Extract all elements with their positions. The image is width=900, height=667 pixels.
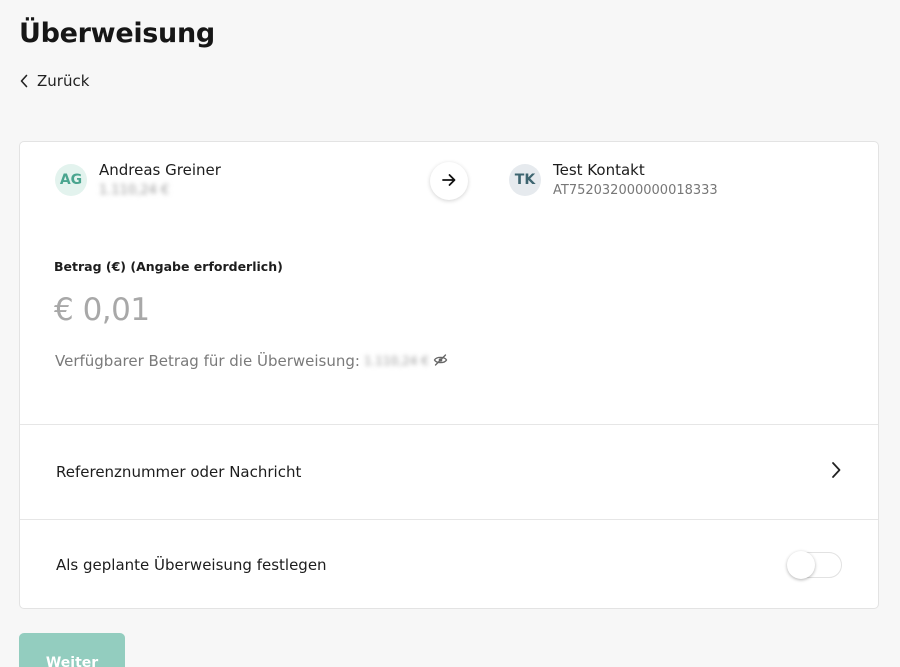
chevron-left-icon bbox=[19, 74, 29, 88]
eye-off-icon[interactable] bbox=[433, 352, 448, 370]
chevron-right-icon bbox=[830, 461, 842, 483]
transfer-direction-indicator bbox=[430, 162, 468, 200]
sender-balance: 1.110,24 € bbox=[99, 183, 170, 198]
recipient-name: Test Kontakt bbox=[553, 161, 645, 179]
page-title: Überweisung bbox=[19, 18, 215, 49]
available-balance: Verfügbarer Betrag für die Überweisung: … bbox=[55, 352, 448, 370]
schedule-toggle[interactable] bbox=[787, 550, 842, 579]
schedule-row: Als geplante Überweisung festlegen bbox=[20, 520, 878, 609]
back-link-label: Zurück bbox=[37, 72, 90, 90]
recipient-account[interactable]: TK Test Kontakt AT752032000000018333 bbox=[509, 162, 718, 198]
amount-label: Betrag (€) (Angabe erforderlich) bbox=[54, 259, 283, 274]
arrow-right-icon bbox=[441, 172, 457, 191]
next-button[interactable]: Weiter bbox=[19, 633, 125, 667]
amount-input[interactable]: € 0,01 bbox=[54, 292, 150, 328]
toggle-knob bbox=[787, 550, 815, 579]
sender-avatar: AG bbox=[55, 164, 87, 196]
sender-account: AG Andreas Greiner 1.110,24 € bbox=[55, 162, 221, 198]
transfer-card: AG Andreas Greiner 1.110,24 € TK Test Ko… bbox=[19, 141, 879, 609]
reference-label: Referenznummer oder Nachricht bbox=[56, 463, 302, 481]
schedule-label: Als geplante Überweisung festlegen bbox=[56, 555, 327, 574]
reference-row[interactable]: Referenznummer oder Nachricht bbox=[20, 425, 878, 519]
available-balance-label: Verfügbarer Betrag für die Überweisung: bbox=[55, 352, 360, 370]
recipient-iban: AT752032000000018333 bbox=[553, 183, 718, 198]
recipient-avatar: TK bbox=[509, 164, 541, 196]
back-link[interactable]: Zurück bbox=[19, 72, 89, 90]
available-balance-value: 1.110,24 € bbox=[363, 354, 429, 368]
sender-name: Andreas Greiner bbox=[99, 161, 221, 179]
